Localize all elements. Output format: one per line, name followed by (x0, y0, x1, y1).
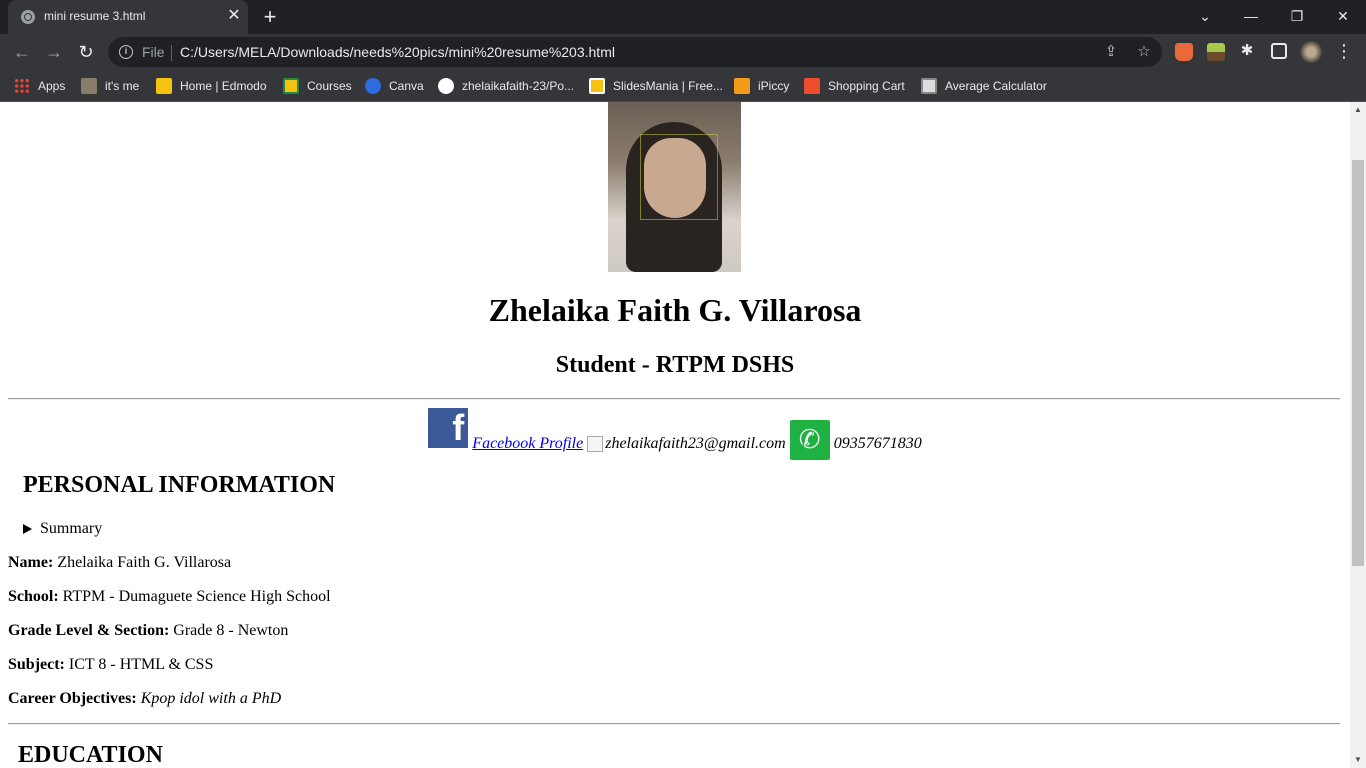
tab-search-icon[interactable]: ⌄ (1194, 5, 1216, 27)
bookmark-label: it's me (105, 79, 140, 93)
info-label: Subject: (8, 656, 65, 673)
info-label: School: (8, 588, 59, 605)
profile-photo (608, 102, 741, 272)
url-text[interactable]: C:/Users/MELA/Downloads/needs%20pics/min… (180, 44, 615, 60)
phone-text: 09357671830 (833, 435, 922, 452)
star-icon[interactable]: ☆ (1134, 42, 1154, 62)
bookmark-shopping-cart[interactable]: Shopping Cart (804, 76, 905, 96)
extension-game-icon[interactable] (1207, 43, 1225, 61)
bookmark-label: Home | Edmodo (180, 79, 267, 93)
education-heading: EDUCATION (18, 742, 163, 768)
bookmark-its-me[interactable]: it's me (81, 76, 139, 96)
profile-avatar[interactable] (1300, 41, 1322, 63)
calculator-icon (921, 78, 937, 94)
bookmark-label: Shopping Cart (828, 79, 905, 93)
bookmark-apps[interactable]: Apps (14, 76, 65, 96)
restore-button[interactable]: ❐ (1286, 5, 1308, 27)
page-scrollbar[interactable]: ▲ ▼ (1350, 102, 1366, 768)
info-icon[interactable]: i (119, 45, 133, 59)
scroll-up-icon[interactable]: ▲ (1350, 102, 1366, 118)
info-value: Kpop idol with a PhD (140, 690, 282, 707)
bookmark-average-calculator[interactable]: Average Calculator (921, 76, 1047, 96)
bookmark-label: Canva (389, 79, 424, 93)
info-career-objectives: Career Objectives: Kpop idol with a PhD (8, 690, 281, 708)
bookmark-courses[interactable]: Courses (283, 76, 352, 96)
info-grade-section: Grade Level & Section: Grade 8 - Newton (8, 622, 288, 640)
info-subject: Subject: ICT 8 - HTML & CSS (8, 656, 213, 674)
extension-cup-icon[interactable] (1175, 43, 1193, 61)
browser-toolbar: ← → ↻ i File C:/Users/MELA/Downloads/nee… (0, 34, 1366, 70)
github-icon (438, 78, 454, 94)
reload-button[interactable]: ↻ (74, 40, 98, 64)
share-icon[interactable]: ⇪ (1101, 42, 1121, 62)
tab-strip: mini resume 3.html ✕ + ⌄ — ❐ ✕ (0, 0, 1366, 34)
bookmark-label: Apps (38, 79, 66, 93)
new-tab-button[interactable]: + (258, 6, 282, 28)
bookmarks-bar: Apps it's me Home | Edmodo Courses Canva… (0, 70, 1366, 102)
email-icon (587, 436, 604, 453)
menu-kebab-icon[interactable]: ⋮ (1334, 41, 1354, 61)
contact-row: f Facebook Profile zhelaikafaith23@gmail… (0, 408, 1350, 460)
bookmark-canva[interactable]: Canva (365, 76, 424, 96)
divider (8, 398, 1340, 400)
scheme-label: File (142, 44, 165, 60)
disclosure-triangle-icon (23, 524, 32, 534)
bookmark-label: Courses (307, 79, 352, 93)
bookmark-label: SlidesMania | Free... (613, 79, 723, 93)
info-value: Zhelaika Faith G. Villarosa (57, 554, 232, 571)
info-name: Name: Zhelaika Faith G. Villarosa (8, 554, 231, 572)
photo-icon (81, 78, 97, 94)
face-detect-box (640, 134, 718, 220)
minimize-button[interactable]: — (1240, 5, 1262, 27)
classroom-icon (283, 78, 299, 94)
personal-info-heading: PERSONAL INFORMATION (23, 472, 336, 498)
apps-grid-icon (14, 78, 30, 94)
summary-label: Summary (40, 520, 103, 537)
close-tab-icon[interactable]: ✕ (225, 7, 243, 25)
phone-icon: ✆ (789, 420, 830, 460)
bookmark-slidesmania[interactable]: SlidesMania | Free... (589, 76, 723, 96)
resume-role: Student - RTPM DSHS (555, 352, 795, 378)
resume-name: Zhelaika Faith G. Villarosa (488, 292, 862, 328)
edmodo-icon (156, 78, 172, 94)
facebook-profile-link[interactable]: Facebook Profile (472, 435, 583, 452)
info-school: School: RTPM - Dumaguete Science High Sc… (8, 588, 331, 606)
back-button[interactable]: ← (10, 40, 34, 64)
bookmark-github[interactable]: zhelaikafaith-23/Po... (438, 76, 574, 96)
scroll-thumb[interactable] (1352, 160, 1364, 566)
bookmark-label: zhelaikafaith-23/Po... (462, 79, 575, 93)
bookmark-label: Average Calculator (945, 79, 1047, 93)
info-label: Career Objectives: (8, 690, 137, 707)
info-value: ICT 8 - HTML & CSS (68, 656, 214, 673)
info-value: Grade 8 - Newton (173, 622, 289, 639)
scroll-down-icon[interactable]: ▼ (1350, 752, 1366, 768)
info-label: Name: (8, 554, 54, 571)
bookmark-ipiccy[interactable]: iPiccy (734, 76, 789, 96)
slidesmania-icon (589, 78, 605, 94)
info-label: Grade Level & Section: (8, 622, 170, 639)
bookmark-label: iPiccy (758, 79, 790, 93)
facebook-icon[interactable]: f (428, 408, 469, 448)
forward-button[interactable]: → (42, 40, 66, 64)
browser-tab[interactable]: mini resume 3.html ✕ (8, 0, 248, 34)
extensions-puzzle-icon[interactable]: ✱ (1237, 41, 1257, 61)
globe-icon (21, 10, 35, 24)
canva-icon (365, 78, 381, 94)
divider (8, 723, 1340, 725)
omnibox-divider (171, 45, 172, 61)
side-panel-icon[interactable] (1271, 43, 1287, 59)
summary-toggle[interactable]: Summary (23, 520, 102, 538)
tab-title: mini resume 3.html (44, 9, 146, 23)
info-value: RTPM - Dumaguete Science High School (62, 588, 331, 605)
bookmark-edmodo[interactable]: Home | Edmodo (156, 76, 267, 96)
close-window-button[interactable]: ✕ (1332, 5, 1354, 27)
shopee-icon (804, 78, 820, 94)
page-content: Zhelaika Faith G. Villarosa Student - RT… (0, 102, 1350, 768)
email-text: zhelaikafaith23@gmail.com (605, 435, 786, 452)
address-bar[interactable]: i File C:/Users/MELA/Downloads/needs%20p… (108, 37, 1162, 67)
ipiccy-icon (734, 78, 750, 94)
